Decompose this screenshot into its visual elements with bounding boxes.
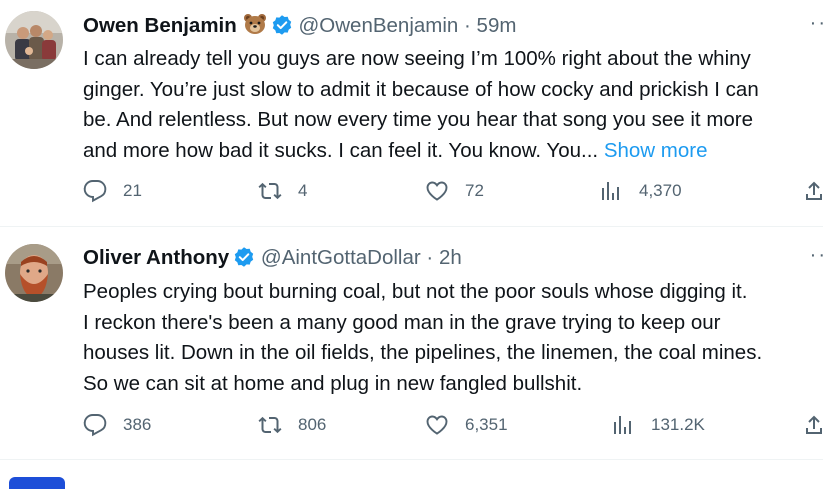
views-button[interactable]: 131.2K <box>611 413 705 437</box>
show-more-link[interactable]: Show more <box>604 139 708 162</box>
tweet-text-line: be. And relentless. But now every time y… <box>83 108 754 131</box>
separator-dot: · <box>464 14 471 37</box>
separator-dot: · <box>426 246 434 269</box>
retweet-button[interactable]: 4 <box>258 179 307 203</box>
timestamp[interactable]: 59m <box>477 14 517 37</box>
timestamp[interactable]: 2h <box>439 246 462 269</box>
tweet-text: Peoples crying bout burning coal, but no… <box>83 277 823 399</box>
retweet-count: 806 <box>298 415 327 434</box>
share-button[interactable] <box>802 413 823 437</box>
avatar[interactable] <box>5 11 63 69</box>
tweet-header: Owen Benjamin @OwenBenjamin · 59m <box>83 12 516 40</box>
share-button[interactable] <box>802 179 823 203</box>
tweet-text-line: I reckon there's been a many good man in… <box>83 310 721 334</box>
bear-face-icon <box>243 14 266 34</box>
tweet-header: Oliver Anthony @AintGottaDollar · 2h <box>83 244 462 272</box>
reply-count: 386 <box>123 415 152 434</box>
author-handle[interactable]: @OwenBenjamin <box>298 14 458 37</box>
tweet-owen-benjamin[interactable]: Owen Benjamin @OwenBenjamin · 59m ·· I c… <box>0 0 823 227</box>
verified-badge-icon[interactable] <box>233 246 255 268</box>
share-icon <box>806 181 822 200</box>
heart-icon <box>426 415 448 435</box>
next-tweet-avatar[interactable] <box>9 477 65 489</box>
reply-icon <box>83 414 107 437</box>
reply-button[interactable]: 21 <box>83 179 142 203</box>
avatar[interactable] <box>5 244 63 302</box>
action-bar: 386 806 6,351 131.2K <box>0 413 823 443</box>
tweet-oliver-anthony[interactable]: Oliver Anthony @AintGottaDollar · 2h ·· … <box>0 227 823 460</box>
like-button[interactable]: 6,351 <box>425 413 508 437</box>
share-icon <box>806 415 822 434</box>
tweet-text-line: Peoples crying bout burning coal, but no… <box>83 280 748 303</box>
bearded-man-avatar-icon <box>5 244 63 302</box>
reply-count: 21 <box>123 181 142 200</box>
group-photo-avatar-icon <box>5 11 63 69</box>
action-bar: 21 4 72 4,370 <box>0 179 823 209</box>
like-button[interactable]: 72 <box>425 179 484 203</box>
like-count: 72 <box>465 181 484 200</box>
retweet-icon <box>258 182 282 200</box>
views-bar-chart-icon <box>614 416 631 434</box>
retweet-count: 4 <box>298 181 308 200</box>
like-count: 6,351 <box>465 415 508 434</box>
reply-icon <box>83 180 107 203</box>
more-horizontal-icon[interactable]: ·· <box>810 12 823 35</box>
verified-badge-icon[interactable] <box>271 14 293 36</box>
more-horizontal-icon[interactable]: ·· <box>810 244 823 267</box>
retweet-icon <box>258 416 282 434</box>
tweet-text-line: ginger. You’re just slow to admit it bec… <box>83 77 759 101</box>
author-handle[interactable]: @AintGottaDollar <box>261 246 421 269</box>
heart-icon <box>426 181 448 201</box>
views-bar-chart-icon <box>602 182 619 200</box>
views-count: 4,370 <box>639 181 682 200</box>
author-name[interactable]: Owen Benjamin <box>83 14 237 37</box>
tweet-text-line: So we can sit at home and plug in new fa… <box>83 371 583 395</box>
author-name[interactable]: Oliver Anthony <box>83 246 229 269</box>
tweet-text-line: houses lit. Down in the oil fields, the … <box>83 341 763 364</box>
retweet-button[interactable]: 806 <box>258 413 326 437</box>
tweet-text-line: I can already tell you guys are now seei… <box>83 47 751 70</box>
reply-button[interactable]: 386 <box>83 413 151 437</box>
tweet-text: I can already tell you guys are now seei… <box>83 44 823 166</box>
views-count: 131.2K <box>651 415 705 434</box>
tweet-text-line-last: and more how bad it sucks. I can feel it… <box>83 136 823 167</box>
tweet-text-line: and more how bad it sucks. I can feel it… <box>83 138 604 162</box>
views-button[interactable]: 4,370 <box>599 179 682 203</box>
